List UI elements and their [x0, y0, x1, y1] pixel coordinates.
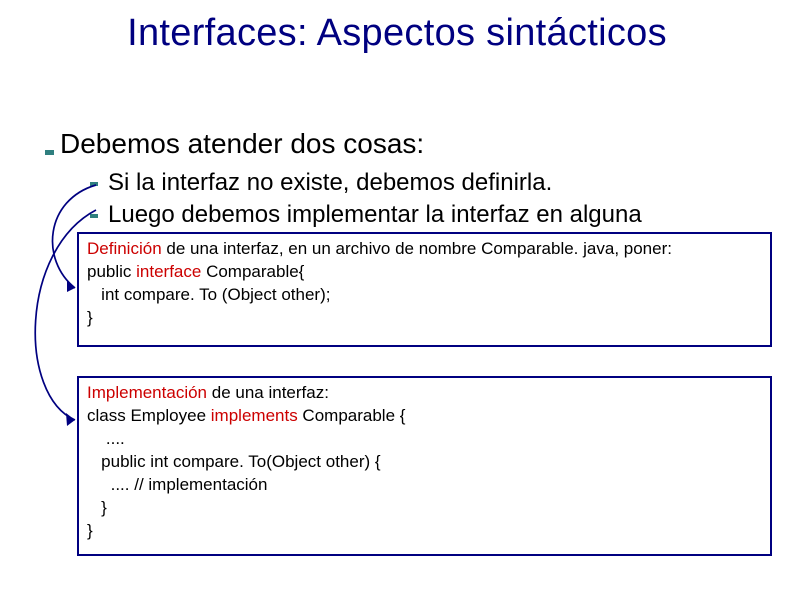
- box2-line1-rest: de una interfaz:: [207, 383, 329, 402]
- sub-bullet-a: Si la interfaz no existe, debemos defini…: [112, 168, 752, 198]
- box1-line2: public interface Comparable{: [87, 261, 762, 284]
- box1-line2b: Comparable{: [201, 262, 304, 281]
- keyword-interface: interface: [136, 262, 201, 281]
- slide-title: Interfaces: Aspectos sintácticos: [0, 12, 794, 55]
- sub-b-text: Luego debemos implementar la interfaz en…: [108, 201, 642, 228]
- keyword-implements: implements: [211, 406, 298, 425]
- box1-line1: Definición de una interfaz, en un archiv…: [87, 238, 762, 261]
- box2-line6: }: [87, 497, 762, 520]
- sub-a-text: Si la interfaz no existe, debemos defini…: [108, 169, 552, 196]
- definition-box: Definición de una interfaz, en un archiv…: [77, 232, 772, 347]
- bullet-marker-icon: [90, 182, 98, 186]
- box2-line2b: Comparable {: [298, 406, 406, 425]
- box2-line1: Implementación de una interfaz:: [87, 382, 762, 405]
- box2-line4: public int compare. To(Object other) {: [87, 451, 762, 474]
- slide: Interfaces: Aspectos sintácticos Debemos…: [0, 0, 794, 595]
- box1-line2a: public: [87, 262, 136, 281]
- box2-line2a: class Employee: [87, 406, 211, 425]
- bullet-marker-icon: [90, 214, 98, 218]
- box1-line4: }: [87, 307, 762, 330]
- main-bullet: Debemos atender dos cosas:: [60, 128, 424, 160]
- box2-line7: }: [87, 520, 762, 543]
- keyword-implementacion: Implementación: [87, 383, 207, 402]
- sub-bullet-b: Luego debemos implementar la interfaz en…: [112, 200, 752, 230]
- box2-line2: class Employee implements Comparable {: [87, 405, 762, 428]
- box1-line1-rest: de una interfaz, en un archivo de nombre…: [162, 239, 672, 258]
- box1-line3: int compare. To (Object other);: [87, 284, 762, 307]
- box2-line3: ....: [87, 428, 762, 451]
- implementation-box: Implementación de una interfaz: class Em…: [77, 376, 772, 556]
- arrowhead-1-icon: [67, 280, 75, 292]
- sub-bullets: Si la interfaz no existe, debemos defini…: [112, 168, 752, 232]
- keyword-definicion: Definición: [87, 239, 162, 258]
- box2-line5: .... // implementación: [87, 474, 762, 497]
- arrowhead-2-icon: [66, 413, 75, 426]
- bullet-marker-lvl1: [45, 150, 54, 155]
